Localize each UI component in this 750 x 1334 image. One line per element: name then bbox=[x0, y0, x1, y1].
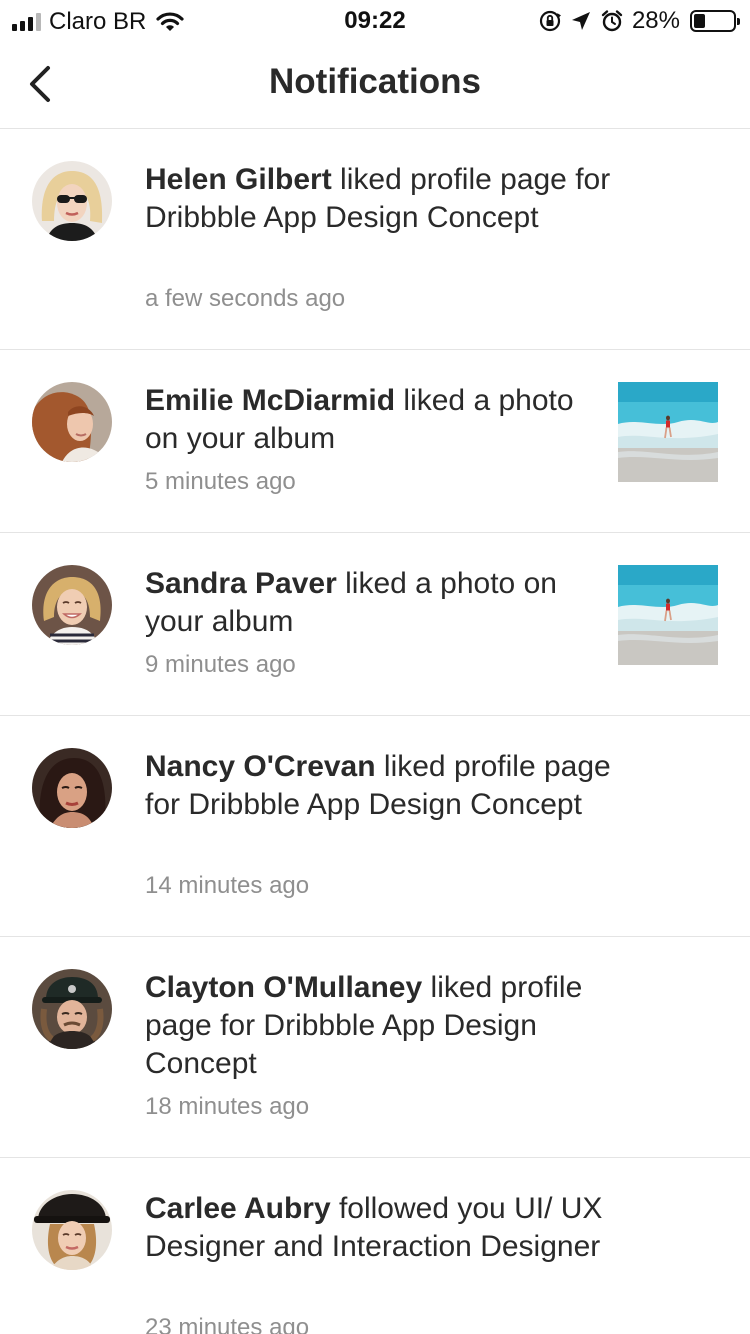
notification-list: Helen Gilbert liked profile page for Dri… bbox=[0, 129, 750, 1334]
avatar bbox=[32, 1190, 112, 1270]
avatar bbox=[32, 161, 112, 241]
status-bar: Claro BR 09:22 28% bbox=[0, 0, 750, 40]
status-left: Claro BR bbox=[12, 8, 184, 36]
avatar bbox=[32, 382, 112, 462]
notification-item[interactable]: Helen Gilbert liked profile page for Dri… bbox=[0, 129, 750, 350]
avatar bbox=[32, 748, 112, 828]
notification-time: a few seconds ago bbox=[145, 285, 346, 312]
wifi-icon bbox=[156, 12, 184, 31]
battery-nub bbox=[737, 18, 740, 25]
user-name[interactable]: Sandra Paver bbox=[145, 567, 337, 600]
status-right: 28% bbox=[538, 7, 740, 35]
notification-time: 5 minutes ago bbox=[145, 468, 296, 495]
alarm-clock-icon bbox=[601, 10, 623, 32]
signal-strength-icon bbox=[12, 13, 41, 31]
notification-message: Helen Gilbert liked profile page for Dri… bbox=[145, 161, 615, 237]
user-name[interactable]: Clayton O'Mullaney bbox=[145, 971, 422, 1004]
photo-thumbnail[interactable] bbox=[618, 565, 718, 665]
location-arrow-icon bbox=[571, 12, 590, 30]
orientation-lock-icon bbox=[539, 10, 561, 32]
notification-message: Carlee Aubry followed you UI/ UX Designe… bbox=[145, 1190, 615, 1266]
notification-item[interactable]: Clayton O'Mullaney liked profile page fo… bbox=[0, 937, 750, 1158]
photo-thumbnail[interactable] bbox=[618, 382, 718, 482]
notification-message: Sandra Paver liked a photo on your album bbox=[145, 565, 595, 641]
notification-item[interactable]: Carlee Aubry followed you UI/ UX Designe… bbox=[0, 1158, 750, 1334]
notification-message: Emilie McDiarmid liked a photo on your a… bbox=[145, 382, 595, 458]
notifications-screen: Claro BR 09:22 28% Notifications Helen G… bbox=[0, 0, 750, 1334]
user-name[interactable]: Nancy O'Crevan bbox=[145, 750, 376, 783]
avatar bbox=[32, 969, 112, 1049]
notification-time: 9 minutes ago bbox=[145, 651, 296, 678]
page-title: Notifications bbox=[269, 62, 481, 101]
chevron-left-icon bbox=[30, 66, 50, 102]
user-name[interactable]: Emilie McDiarmid bbox=[145, 384, 395, 417]
user-name[interactable]: Helen Gilbert bbox=[145, 163, 332, 196]
back-button[interactable] bbox=[20, 62, 64, 106]
carrier-name: Claro BR bbox=[49, 8, 147, 35]
battery-fill bbox=[694, 14, 705, 28]
battery-icon bbox=[690, 10, 740, 32]
notification-item[interactable]: Emilie McDiarmid liked a photo on your a… bbox=[0, 350, 750, 533]
notification-time: 18 minutes ago bbox=[145, 1093, 310, 1120]
notification-item[interactable]: Sandra Paver liked a photo on your album… bbox=[0, 533, 750, 716]
notification-message: Nancy O'Crevan liked profile page for Dr… bbox=[145, 748, 615, 824]
navigation-bar: Notifications bbox=[0, 40, 750, 129]
user-name[interactable]: Carlee Aubry bbox=[145, 1192, 331, 1225]
notification-message: Clayton O'Mullaney liked profile page fo… bbox=[145, 969, 615, 1083]
notification-time: 14 minutes ago bbox=[145, 872, 310, 899]
notification-item[interactable]: Nancy O'Crevan liked profile page for Dr… bbox=[0, 716, 750, 937]
avatar bbox=[32, 565, 112, 645]
notification-time: 23 minutes ago bbox=[145, 1314, 310, 1334]
battery-percent: 28% bbox=[631, 7, 680, 34]
